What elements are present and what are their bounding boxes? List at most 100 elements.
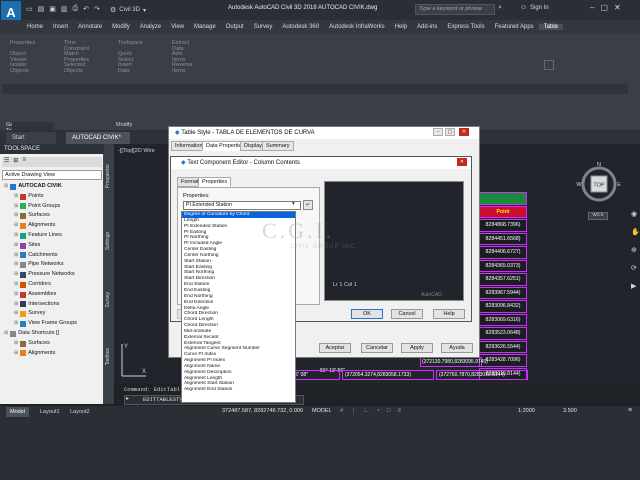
snap-icon[interactable]: ⋮ bbox=[350, 408, 356, 415]
osnap-icon[interactable]: □ bbox=[387, 408, 391, 415]
view-cube[interactable]: TOP N E W bbox=[575, 160, 623, 208]
menu-tab-help[interactable]: Help bbox=[390, 24, 412, 30]
tree-item[interactable]: ⊞ Alignments bbox=[14, 221, 55, 231]
expand-icon[interactable]: ⊞ bbox=[14, 202, 18, 212]
ribbon-tool-insert-data[interactable]: Insert Data bbox=[118, 62, 132, 74]
tab-summary[interactable]: Summary bbox=[262, 141, 294, 151]
tree-item[interactable]: ⊞ Survey bbox=[14, 309, 45, 319]
expand-icon[interactable]: ⊞ bbox=[14, 290, 18, 300]
expand-icon[interactable]: ⊞ bbox=[14, 349, 18, 359]
tree-item[interactable]: ⊞ Alignments bbox=[14, 349, 55, 359]
tab-layout1[interactable]: Layout1 bbox=[36, 407, 64, 417]
ok-button[interactable]: OK bbox=[351, 309, 383, 319]
minimize-icon[interactable]: – bbox=[433, 128, 443, 136]
tree-item[interactable]: ⊞ AUTOCAD CIVIK bbox=[4, 182, 62, 192]
tree-item[interactable]: ⊞ Catchments bbox=[14, 251, 58, 261]
expand-icon[interactable]: ⊞ bbox=[14, 231, 18, 241]
expand-icon[interactable] bbox=[544, 60, 554, 70]
lineweight-icon[interactable]: ≡ bbox=[397, 408, 401, 415]
menu-tab-home[interactable]: Home bbox=[22, 24, 48, 30]
tab-layout2[interactable]: Layout2 bbox=[66, 407, 94, 417]
menu-tab-autodesk-infraworks[interactable]: Autodesk InfraWorks bbox=[324, 24, 390, 30]
help-button[interactable]: Help bbox=[433, 309, 465, 319]
tree-item[interactable]: ⊞ Surfaces bbox=[14, 339, 50, 349]
tree-item[interactable]: ⊞ Assemblies bbox=[14, 290, 56, 300]
close-icon[interactable]: ✕ bbox=[614, 3, 621, 12]
toolspace-menu-icon[interactable]: ☰ bbox=[4, 157, 9, 167]
tree-item[interactable]: ⊞ View Frame Groups bbox=[14, 319, 77, 329]
menu-tab-add-ins[interactable]: Add-ins bbox=[412, 24, 442, 30]
expand-icon[interactable]: ⊞ bbox=[14, 192, 18, 202]
tab-properties[interactable]: Properties bbox=[198, 177, 232, 187]
sign-in-button[interactable]: Sign In bbox=[530, 5, 549, 11]
annotation-scale[interactable]: 1:2000 bbox=[518, 408, 535, 414]
expand-icon[interactable]: ⊞ bbox=[14, 211, 18, 221]
expand-icon[interactable]: ⊞ bbox=[14, 270, 18, 280]
tree-item[interactable]: ⊞ Points bbox=[14, 192, 44, 202]
tab-prospector[interactable]: Prospector bbox=[105, 164, 113, 188]
zoom-level[interactable]: 3.500 bbox=[563, 408, 577, 414]
tree-item[interactable]: ⊞ Intersections bbox=[14, 300, 59, 310]
orbit-icon[interactable]: ⟳ bbox=[631, 264, 639, 272]
save-as-icon[interactable]: ▥ bbox=[61, 5, 68, 13]
tab-model[interactable]: Model bbox=[6, 407, 29, 417]
ribbon-tool-isolate-objects[interactable]: Isolate Objects bbox=[10, 62, 29, 74]
minimize-icon[interactable]: – bbox=[590, 3, 594, 12]
expand-icon[interactable]: ⊞ bbox=[4, 182, 8, 192]
menu-tab-insert[interactable]: Insert bbox=[48, 24, 73, 30]
redo-icon[interactable]: ↷ bbox=[94, 5, 100, 13]
model-space-toggle[interactable]: MODEL bbox=[312, 408, 332, 414]
menu-tab-featured-apps[interactable]: Featured Apps bbox=[490, 24, 539, 30]
expand-icon[interactable]: ⊞ bbox=[14, 260, 18, 270]
expand-icon[interactable]: ⊞ bbox=[14, 339, 18, 349]
customize-icon[interactable]: ≡ bbox=[628, 407, 632, 414]
dropdown-option[interactable]: Alignment End Station bbox=[182, 387, 295, 393]
tree-item[interactable]: ⊞ Pipe Networks bbox=[14, 260, 64, 270]
tree-item[interactable]: ⊞ Data Shortcuts [] bbox=[4, 329, 59, 339]
maximize-icon[interactable]: ▢ bbox=[600, 3, 608, 12]
menu-tab-autodesk-360[interactable]: Autodesk 360 bbox=[277, 24, 324, 30]
menu-tab-analyze[interactable]: Analyze bbox=[135, 24, 166, 30]
menu-tab-annotate[interactable]: Annotate bbox=[73, 24, 107, 30]
ribbon-panel-modify[interactable]: Modify bbox=[116, 122, 132, 128]
tree-item[interactable]: ⊞ Feature Lines bbox=[14, 231, 62, 241]
cancelar-button[interactable]: Cancelar bbox=[361, 343, 393, 353]
menu-tab-survey[interactable]: Survey bbox=[249, 24, 278, 30]
menu-tab-manage[interactable]: Manage bbox=[189, 24, 221, 30]
menu-tab-express-tools[interactable]: Express Tools bbox=[442, 24, 489, 30]
grid-icon[interactable]: # bbox=[340, 408, 343, 415]
tab-settings[interactable]: Settings bbox=[105, 232, 113, 250]
tree-item[interactable]: ⊞ Surfaces bbox=[14, 211, 50, 221]
ayuda-button[interactable]: Ayuda bbox=[441, 343, 473, 353]
search-icon[interactable]: ⌕ bbox=[498, 4, 502, 12]
new-icon[interactable]: ▭ bbox=[26, 5, 33, 13]
ribbon-tool-toolspace[interactable]: Toolspace bbox=[118, 40, 143, 46]
expand-icon[interactable]: ⊞ bbox=[14, 280, 18, 290]
viewport-label[interactable]: -][Top][2D Wire bbox=[118, 148, 155, 154]
close-icon[interactable]: ✕ bbox=[459, 128, 469, 136]
toolspace-view-select[interactable]: Active Drawing View bbox=[2, 170, 102, 180]
expand-icon[interactable]: ⊞ bbox=[14, 309, 18, 319]
search-input[interactable]: Type a keyword or phrase bbox=[415, 4, 495, 15]
toolspace-tree-icon[interactable]: ⊞ bbox=[13, 157, 18, 167]
expand-icon[interactable]: ⊞ bbox=[14, 251, 18, 261]
menu-tab-table[interactable]: Table bbox=[538, 24, 563, 30]
save-icon[interactable]: ▣ bbox=[49, 5, 56, 13]
open-icon[interactable]: ▤ bbox=[38, 5, 45, 13]
expand-icon[interactable]: ⊞ bbox=[14, 319, 18, 329]
tab-survey[interactable]: Survey bbox=[105, 292, 113, 308]
cancel-button[interactable]: Cancel bbox=[391, 309, 423, 319]
pan-icon[interactable]: ✋ bbox=[631, 228, 640, 236]
tab-start[interactable]: Start bbox=[6, 132, 56, 144]
ribbon-tool-selected-objects[interactable]: Selected Objects bbox=[64, 62, 85, 74]
menu-tab-view[interactable]: View bbox=[166, 24, 189, 30]
property-select[interactable]: PI Extended Station bbox=[183, 201, 301, 210]
ribbon-tool-properties[interactable]: Properties bbox=[10, 40, 35, 46]
expand-icon[interactable]: ⊞ bbox=[14, 241, 18, 251]
tree-item[interactable]: ⊞ Sites bbox=[14, 241, 40, 251]
insert-property-button[interactable]: ↵ bbox=[303, 200, 313, 210]
apply-button[interactable]: Apply bbox=[401, 343, 433, 353]
maximize-icon[interactable]: ▢ bbox=[445, 128, 455, 136]
workspace-switcher[interactable]: ⚙ Civil 3D ▾ bbox=[110, 4, 146, 16]
undo-icon[interactable]: ↶ bbox=[83, 5, 89, 13]
